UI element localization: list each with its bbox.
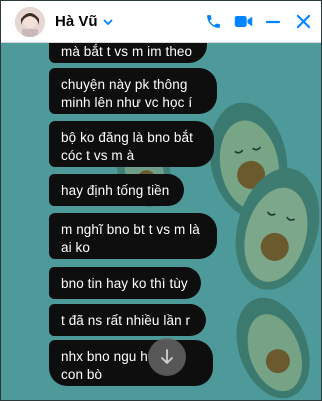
message-bubble[interactable]: nhx bno ngu h con bò: [49, 340, 213, 386]
minimize-icon[interactable]: [263, 12, 283, 32]
message-bubble[interactable]: bộ ko đăng là bno bắt cóc t vs m à: [49, 121, 214, 167]
chevron-down-icon[interactable]: [102, 16, 114, 28]
message-text: ai ko: [61, 240, 91, 255]
chat-window: Hà Vũ mà bắt t vs m im theo chuyện này p…: [0, 0, 322, 401]
avatar[interactable]: [15, 6, 45, 37]
message-text: mà bắt t vs m im theo: [61, 44, 193, 59]
message-text: bộ ko đăng là bno bắt: [61, 130, 193, 145]
phone-icon[interactable]: [203, 12, 223, 32]
chat-header: Hà Vũ: [1, 1, 321, 43]
message-bubble[interactable]: hay định tống tiền: [49, 174, 184, 206]
message-text: hay định tống tiền: [61, 183, 170, 198]
message-text: chuyện này pk thông: [61, 77, 188, 92]
arrow-down-icon: [159, 348, 175, 366]
message-text: m nghĩ bno bt t vs m là: [61, 222, 200, 237]
close-icon[interactable]: [293, 12, 313, 32]
message-text: minh lên như vc học í: [61, 95, 193, 110]
message-text: cóc t vs m à: [61, 148, 135, 163]
video-icon[interactable]: [233, 12, 253, 32]
scroll-to-bottom-button[interactable]: [148, 338, 186, 376]
message-bubble[interactable]: bno tin hay ko thì tùy: [49, 267, 201, 299]
message-text: bno tin hay ko thì tùy: [61, 276, 188, 291]
message-bubble[interactable]: chuyện này pk thông minh lên như vc học …: [49, 68, 217, 114]
contact-name[interactable]: Hà Vũ: [55, 13, 98, 30]
message-bubble[interactable]: m nghĩ bno bt t vs m là ai ko: [49, 213, 217, 259]
message-bubble[interactable]: t đã ns rất nhiều lần r: [49, 304, 206, 336]
message-text: t đã ns rất nhiều lần r: [61, 313, 191, 328]
